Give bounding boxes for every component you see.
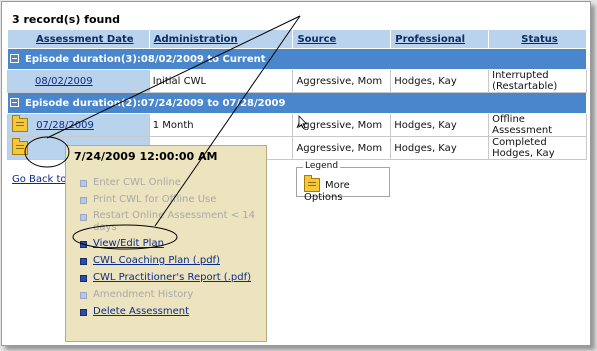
col-administration[interactable]: Administration [148, 29, 294, 49]
col-source[interactable]: Source [292, 29, 392, 49]
assessment-date-link[interactable]: 08/02/2009 [35, 76, 93, 87]
table-header: Assessment Date Administration Source Pr… [7, 29, 587, 49]
legend-box: Legend More Options [296, 161, 390, 203]
collapse-icon[interactable] [10, 98, 19, 107]
table-row: 08/02/2009 Initial CWL Aggressive, Mom H… [7, 69, 587, 93]
episode-label: Episode duration(2):07/24/2009 to 07/28/… [25, 97, 286, 109]
records-found-text: 3 record(s) found [12, 13, 121, 26]
menu-title: 7/24/2009 12:00:00 AM [74, 150, 218, 163]
administration-cell: Initial CWL [148, 69, 294, 93]
context-menu: 7/24/2009 12:00:00 AM Enter CWL Online P… [65, 145, 267, 342]
professional-cell: Hodges, Kay [390, 136, 490, 160]
menu-item-restart-online[interactable]: Restart Online Assessment < 14 days [80, 210, 260, 234]
professional-cell: Hodges, Kay [390, 113, 490, 137]
assessment-date-link[interactable]: 07/28/2009 [36, 120, 94, 131]
col-status[interactable]: Status [488, 29, 587, 49]
episode-label: Episode duration(3):08/02/2009 to Curren… [25, 53, 266, 65]
menu-item-enter-cwl-online[interactable]: Enter CWL Online [80, 176, 260, 190]
folder-icon [304, 175, 320, 192]
folder-icon[interactable] [12, 138, 28, 155]
mouse-cursor-icon [298, 115, 308, 129]
menu-item-practitioner-report[interactable]: CWL Practitioner's Report (.pdf) [80, 271, 260, 285]
status-cell: Completed Hodges, Kay [488, 136, 587, 160]
assessment-table: Assessment Date Administration Source Pr… [7, 29, 587, 160]
administration-cell: 1 Month [148, 113, 294, 137]
legend-item: More Options [304, 175, 389, 203]
source-cell: Aggressive, Mom [292, 69, 392, 93]
menu-item-coaching-plan[interactable]: CWL Coaching Plan (.pdf) [80, 254, 260, 268]
professional-cell: Hodges, Kay [390, 69, 490, 93]
menu-item-print-cwl[interactable]: Print CWL for Offline Use [80, 193, 260, 207]
menu-item-view-edit-plan[interactable]: View/Edit Plan [80, 237, 260, 251]
collapse-icon[interactable] [10, 54, 19, 63]
menu-item-delete-assessment[interactable]: Delete Assessment [80, 305, 260, 319]
episode-row[interactable]: Episode duration(3):08/02/2009 to Curren… [7, 48, 587, 70]
legend-title: Legend [303, 161, 341, 171]
table-row: 07/28/2009 1 Month Aggressive, Mom Hodge… [7, 113, 587, 137]
menu-list: Enter CWL Online Print CWL for Offline U… [80, 176, 260, 319]
go-back-link[interactable]: Go Back to [12, 174, 67, 185]
col-assessment-date[interactable]: Assessment Date [7, 29, 150, 49]
menu-item-amendment-history[interactable]: Amendment History [80, 288, 260, 302]
col-professional[interactable]: Professional [390, 29, 490, 49]
source-cell: Aggressive, Mom [292, 136, 392, 160]
status-cell: Interrupted (Restartable) [488, 69, 587, 93]
episode-row[interactable]: Episode duration(2):07/24/2009 to 07/28/… [7, 92, 587, 114]
status-cell: Offline Assessment [488, 113, 587, 137]
folder-icon[interactable] [12, 115, 28, 132]
